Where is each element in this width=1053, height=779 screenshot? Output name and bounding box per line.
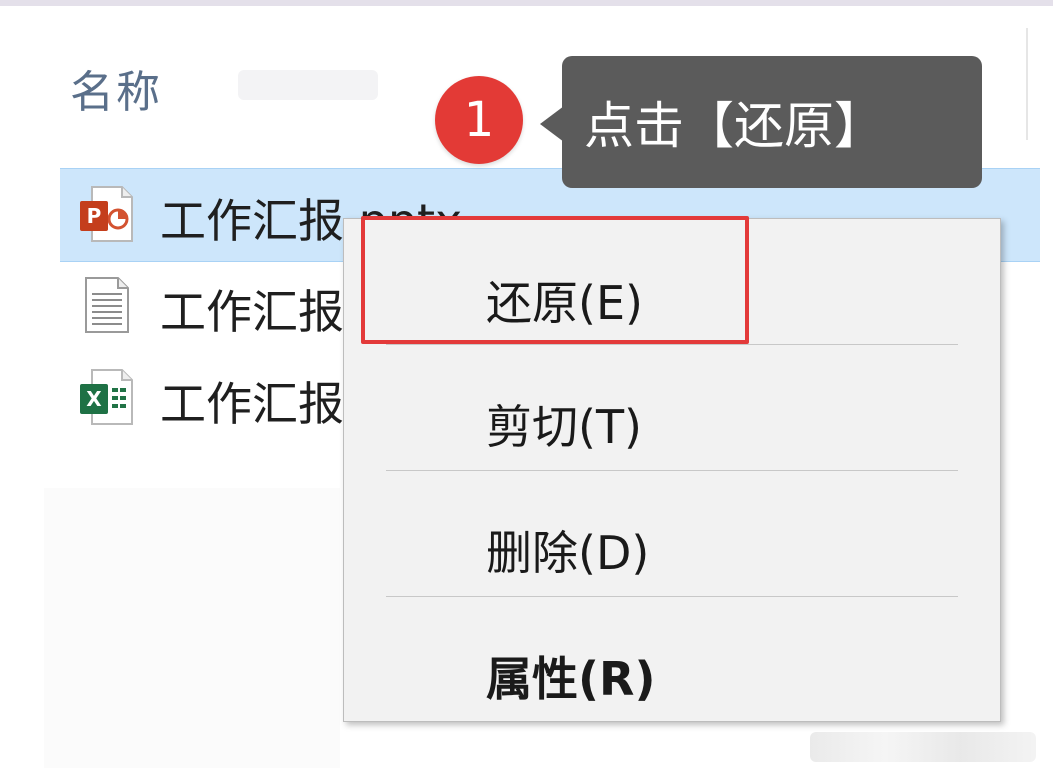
column-divider[interactable]: [1026, 28, 1028, 140]
file-name: 工作汇报: [160, 377, 344, 431]
menu-item-properties[interactable]: 属性(R): [344, 607, 1000, 717]
step-number-badge: 1: [435, 76, 523, 164]
svg-text:X: X: [86, 387, 102, 411]
empty-list-area[interactable]: [44, 488, 340, 768]
menu-item-label: 剪切(T): [486, 400, 642, 454]
instruction-tooltip: 点击【还原】: [562, 56, 982, 188]
restore-highlight-frame: [361, 216, 749, 344]
svg-text:P: P: [87, 204, 102, 228]
menu-item-delete[interactable]: 删除(D): [344, 481, 1000, 591]
tooltip-text: 点击【还原】: [584, 97, 884, 155]
name-column-header[interactable]: 名称: [70, 56, 162, 120]
watermark: [810, 732, 1036, 762]
excel-file-icon: X: [78, 368, 134, 426]
menu-separator: [386, 596, 958, 597]
menu-item-label: 删除(D): [486, 526, 650, 580]
file-explorer-screenshot: 名称 P 工作汇报.pptx 工作汇报 X 工作汇报 1 点击【还原】 还原(E…: [0, 0, 1053, 779]
blurred-column-header: [238, 70, 378, 100]
tooltip-arrow: [540, 106, 564, 142]
top-border: [0, 0, 1053, 6]
powerpoint-file-icon: P: [78, 185, 134, 243]
text-file-icon: [78, 276, 134, 334]
file-name: 工作汇报: [160, 285, 344, 339]
menu-separator: [386, 344, 958, 345]
menu-separator: [386, 470, 958, 471]
menu-item-cut[interactable]: 剪切(T): [344, 355, 1000, 465]
menu-item-label: 属性(R): [486, 652, 656, 706]
